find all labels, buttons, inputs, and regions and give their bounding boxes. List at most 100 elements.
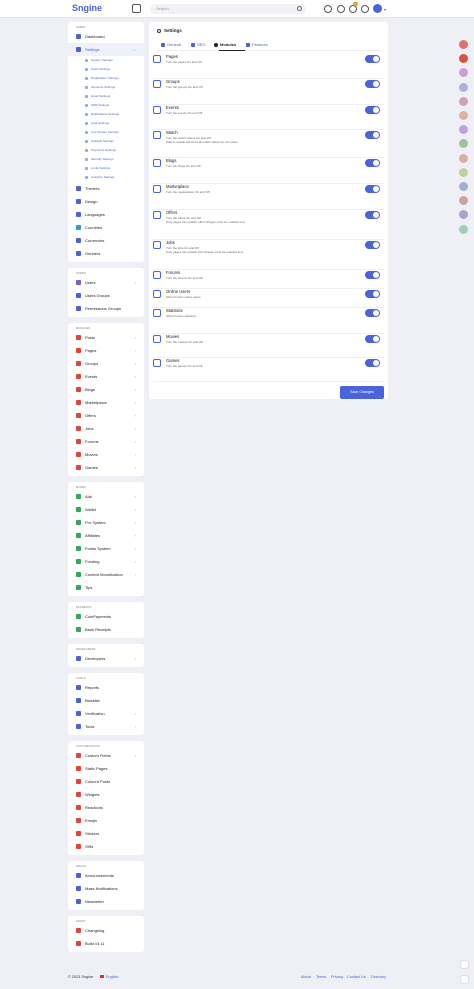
- footer-link-directory[interactable]: Directory: [371, 975, 386, 979]
- sidebar-item-coinpayments[interactable]: CoinPayments: [68, 610, 144, 623]
- sidebar-item-pro-system[interactable]: Pro System ›: [68, 516, 144, 529]
- sidebar-item-funding[interactable]: Funding ›: [68, 555, 144, 568]
- sidebar-item-themes[interactable]: Themes: [68, 182, 144, 195]
- sidebar-item-bank-receipts[interactable]: Bank Receipts: [68, 623, 144, 636]
- friend-requests-icon[interactable]: [337, 5, 345, 13]
- sidebar-subitem[interactable]: Chat Settings: [68, 119, 144, 128]
- user-avatar[interactable]: [373, 4, 382, 13]
- friend-avatar[interactable]: [459, 111, 468, 120]
- friend-avatar[interactable]: [459, 182, 468, 191]
- sidebar-item-permissions-groups[interactable]: Permissions Groups: [68, 302, 144, 315]
- sidebar-subitem[interactable]: Payments Settings: [68, 146, 144, 155]
- messages-icon[interactable]: [349, 5, 357, 13]
- sidebar-item-custom-fields[interactable]: Custom Fields ›: [68, 749, 144, 762]
- module-toggle[interactable]: [365, 185, 380, 193]
- footer-link-about[interactable]: About: [301, 975, 311, 979]
- module-toggle[interactable]: [365, 159, 380, 167]
- sidebar-item-build-v3-11[interactable]: Build v3.11: [68, 937, 144, 950]
- sidebar-item-users[interactable]: Users ›: [68, 276, 144, 289]
- friend-avatar[interactable]: [459, 210, 468, 220]
- sidebar-item-pages[interactable]: Pages ›: [68, 344, 144, 357]
- sidebar-subitem[interactable]: Accounts Settings: [68, 83, 144, 92]
- sidebar-subitem[interactable]: Posts Settings: [68, 65, 144, 74]
- friend-avatar[interactable]: [459, 82, 468, 92]
- tab-general[interactable]: General: [161, 42, 181, 47]
- sidebar-item-blacklist[interactable]: Blacklist: [68, 694, 144, 707]
- sidebar-item-forums[interactable]: Forums ›: [68, 435, 144, 448]
- friend-avatar[interactable]: [459, 96, 468, 106]
- module-toggle[interactable]: [365, 309, 380, 317]
- sidebar-item-games[interactable]: Games ›: [68, 461, 144, 474]
- search-input[interactable]: Search: [150, 4, 306, 14]
- sidebar-subitem[interactable]: Uploads Settings: [68, 137, 144, 146]
- sidebar-item-affiliates[interactable]: Affiliates ›: [68, 529, 144, 542]
- sidebar-item-emojis[interactable]: Emojis: [68, 814, 144, 827]
- sidebar-item-static-pages[interactable]: Static Pages: [68, 762, 144, 775]
- module-toggle[interactable]: [365, 290, 380, 298]
- sidebar-item-languages[interactable]: Languages: [68, 208, 144, 221]
- tab-modules[interactable]: Modules: [214, 42, 236, 47]
- sidebar-item-groups[interactable]: Groups ›: [68, 357, 144, 370]
- friend-avatar[interactable]: [459, 167, 468, 177]
- sidebar-item-users-groups[interactable]: Users Groups: [68, 289, 144, 302]
- sidebar-item-blogs[interactable]: Blogs ›: [68, 383, 144, 396]
- sidebar-item-widgets[interactable]: Widgets: [68, 788, 144, 801]
- friend-avatar[interactable]: [459, 68, 468, 78]
- sidebar-item-changelog[interactable]: Changelog: [68, 924, 144, 937]
- chat-icon[interactable]: [460, 960, 469, 969]
- module-toggle[interactable]: [365, 106, 380, 114]
- app-logo[interactable]: Sngine: [72, 3, 102, 13]
- sidebar-subitem[interactable]: Email Settings: [68, 92, 144, 101]
- sidebar-item-dashboard[interactable]: Dashboard: [68, 30, 144, 43]
- sidebar-item-currencies[interactable]: Currencies: [68, 234, 144, 247]
- module-toggle[interactable]: [365, 359, 380, 367]
- sidebar-item-developers[interactable]: Developers ›: [68, 652, 144, 665]
- module-toggle[interactable]: [365, 335, 380, 343]
- footer-link-terms[interactable]: Terms: [316, 975, 326, 979]
- sidebar-subitem[interactable]: Registration Settings: [68, 74, 144, 83]
- footer-link-privacy[interactable]: Privacy: [331, 975, 343, 979]
- sidebar-item-wallet[interactable]: Wallet ›: [68, 503, 144, 516]
- sidebar-subitem[interactable]: System Settings: [68, 56, 144, 65]
- sidebar-item-tools[interactable]: Tools ›: [68, 720, 144, 733]
- module-toggle[interactable]: [365, 55, 380, 63]
- sidebar-item-events[interactable]: Events ›: [68, 370, 144, 383]
- friend-avatar[interactable]: [459, 139, 468, 149]
- sidebar-subitem[interactable]: Notifications Settings: [68, 110, 144, 119]
- sidebar-item-settings[interactable]: Settings ⌄: [68, 43, 144, 56]
- sidebar-item-reports[interactable]: Reports: [68, 681, 144, 694]
- tab-features[interactable]: Features: [246, 42, 268, 47]
- notifications-icon[interactable]: [361, 5, 369, 13]
- sidebar-item-marketplace[interactable]: Marketplace ›: [68, 396, 144, 409]
- friend-avatar[interactable]: [459, 224, 468, 234]
- module-toggle[interactable]: [365, 211, 380, 219]
- sidebar-item-announcements[interactable]: Announcements: [68, 869, 144, 882]
- sidebar-subitem[interactable]: Security Settings: [68, 155, 144, 164]
- friend-avatar[interactable]: [459, 125, 468, 135]
- friend-avatar[interactable]: [459, 153, 468, 163]
- sidebar-item-genders[interactable]: Genders: [68, 247, 144, 260]
- settings-icon[interactable]: [460, 975, 469, 984]
- chevron-down-icon[interactable]: ▾: [384, 7, 386, 12]
- module-toggle[interactable]: [365, 131, 380, 139]
- save-changes-button[interactable]: Save Changes: [340, 386, 384, 399]
- sidebar-item-movies[interactable]: Movies ›: [68, 448, 144, 461]
- sidebar-subitem[interactable]: Limits Settings: [68, 164, 144, 173]
- module-toggle[interactable]: [365, 241, 380, 249]
- sidebar-item-colored-posts[interactable]: Colored Posts: [68, 775, 144, 788]
- sidebar-item-design[interactable]: Design: [68, 195, 144, 208]
- sidebar-item-gifts[interactable]: Gifts: [68, 840, 144, 853]
- sidebar-item-verification[interactable]: Verification ›: [68, 707, 144, 720]
- module-toggle[interactable]: [365, 80, 380, 88]
- friend-avatar[interactable]: [459, 54, 468, 64]
- sidebar-subitem[interactable]: Live Stream Settings: [68, 128, 144, 137]
- language-selector[interactable]: English: [100, 975, 118, 979]
- sidebar-item-countries[interactable]: Countries: [68, 221, 144, 234]
- sidebar-item-content-monetization[interactable]: Content Monetization ›: [68, 568, 144, 581]
- footer-link-contact[interactable]: Contact Us: [347, 975, 366, 979]
- friend-avatar[interactable]: [459, 40, 468, 49]
- tab-seo[interactable]: SEO: [191, 42, 205, 47]
- sidebar-item-stickers[interactable]: Stickers: [68, 827, 144, 840]
- sidebar-item-points-system[interactable]: Points System ›: [68, 542, 144, 555]
- home-icon[interactable]: [132, 4, 141, 13]
